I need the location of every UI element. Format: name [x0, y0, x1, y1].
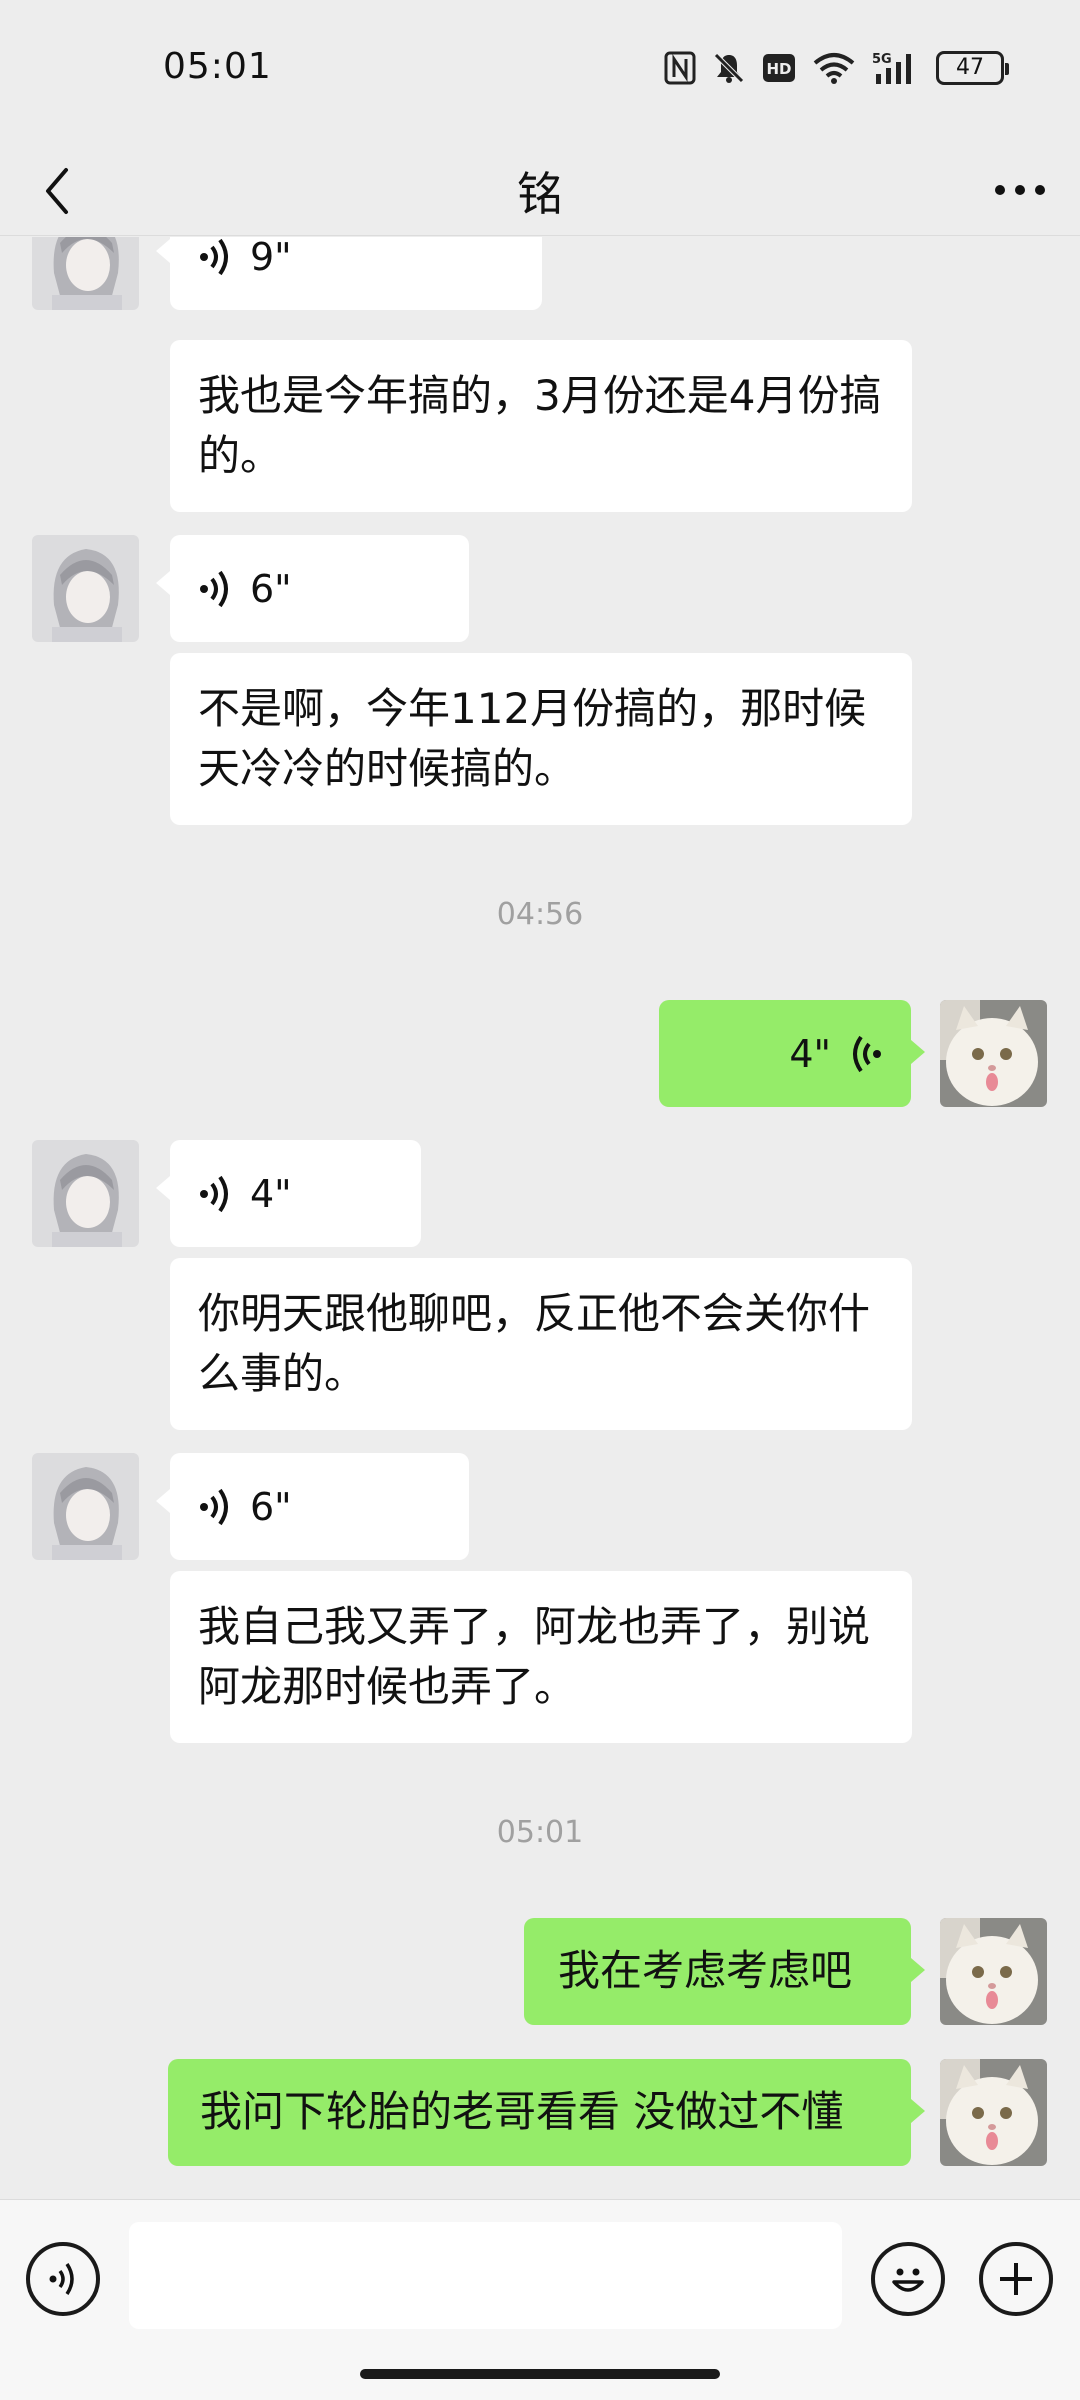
contact-avatar[interactable] [32, 237, 139, 310]
message-text: 你明天跟他聊吧，反正他不会关你什么事的。 [198, 1289, 871, 1398]
svg-text:HD: HD [766, 60, 791, 78]
contact-avatar[interactable] [32, 1140, 139, 1247]
status-icons: HD 5G 47 [664, 50, 1009, 86]
plus-button[interactable] [979, 2242, 1053, 2316]
chat-header: 铭 [0, 140, 1080, 236]
emoji-icon [892, 2268, 924, 2292]
message-input[interactable] [129, 2222, 842, 2329]
voice-wave-icon [200, 1488, 228, 1525]
emoji-button[interactable] [871, 2242, 945, 2316]
message-text: 不是啊，今年112月份搞的，那时候天冷冷的时候搞的。 [198, 684, 867, 793]
voice-message-in[interactable]: 6" [156, 535, 469, 642]
text-message-in[interactable]: 我自己我又弄了，阿龙也弄了，别说阿龙那时候也弄了。 [170, 1571, 912, 1743]
more-button[interactable] [990, 170, 1050, 210]
voice-wave-icon [200, 1175, 228, 1212]
text-message-in[interactable]: 不是啊，今年112月份搞的，那时候天冷冷的时候搞的。 [170, 653, 912, 825]
mute-icon [712, 51, 746, 85]
message-list[interactable]: 9" 我也是今年搞的，3月份还是4月份搞的。 6" 不是啊，今年112月份搞的，… [0, 237, 1080, 2199]
chat-title: 铭 [517, 167, 563, 221]
voice-wave-icon [200, 238, 228, 275]
my-avatar[interactable] [940, 1000, 1047, 1107]
hd-icon: HD [762, 53, 796, 83]
contact-avatar[interactable] [32, 535, 139, 642]
voice-wave-icon [200, 570, 228, 607]
voice-input-icon [49, 2263, 74, 2295]
svg-text:5G: 5G [872, 52, 892, 67]
voice-input-button[interactable] [26, 2242, 100, 2316]
contact-avatar[interactable] [32, 1453, 139, 1560]
voice-message-in[interactable]: 4" [156, 1140, 421, 1247]
time-separator: 05:01 [496, 1815, 584, 1850]
voice-duration: 4" [789, 1031, 831, 1076]
text-message-out[interactable]: 我问下轮胎的老哥看看 没做过不懂 [168, 2059, 925, 2166]
message-text: 我在考虑考虑吧 [558, 1946, 853, 1995]
message-text: 我问下轮胎的老哥看看 没做过不懂 [200, 2087, 844, 2136]
more-icon [995, 185, 1045, 195]
my-avatar[interactable] [940, 2059, 1047, 2166]
voice-wave-icon [853, 1035, 881, 1072]
plus-icon [1000, 2263, 1032, 2295]
wifi-icon [812, 51, 856, 85]
voice-message-in[interactable]: 9" [156, 237, 542, 310]
my-avatar[interactable] [940, 1918, 1047, 2025]
text-message-in[interactable]: 我也是今年搞的，3月份还是4月份搞的。 [170, 340, 912, 512]
message-text: 我自己我又弄了，阿龙也弄了，别说阿龙那时候也弄了。 [198, 1602, 871, 1711]
battery-icon: 47 [936, 51, 1009, 85]
home-indicator[interactable] [360, 2369, 720, 2379]
message-text: 我也是今年搞的，3月份还是4月份搞的。 [198, 371, 882, 480]
text-message-in[interactable]: 你明天跟他聊吧，反正他不会关你什么事的。 [170, 1258, 912, 1430]
voice-duration: 9" [250, 237, 292, 279]
voice-duration: 4" [250, 1171, 292, 1216]
status-bar: 05:01 HD 5G 47 [0, 0, 1080, 140]
nfc-icon [664, 51, 696, 85]
voice-duration: 6" [250, 1484, 292, 1529]
status-time: 05:01 [163, 46, 272, 87]
voice-message-out[interactable]: 4" [659, 1000, 925, 1107]
time-separator: 04:56 [496, 897, 584, 932]
voice-duration: 6" [250, 566, 292, 611]
voice-message-in[interactable]: 6" [156, 1453, 469, 1560]
signal-5g-icon: 5G [872, 50, 920, 86]
text-message-out[interactable]: 我在考虑考虑吧 [524, 1918, 925, 2025]
